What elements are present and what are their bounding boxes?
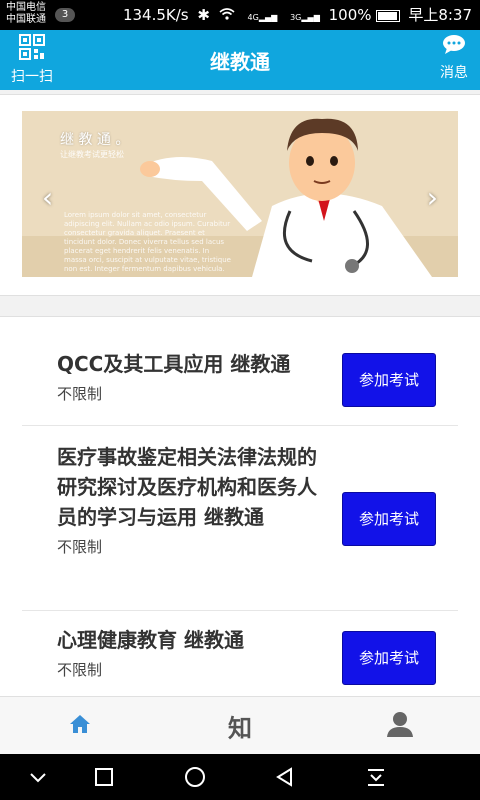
wifi-icon: [219, 6, 240, 24]
back-nav-button[interactable]: [273, 765, 297, 789]
course-row-3: 心理健康教育 继教通 不限制 参加考试: [22, 611, 458, 697]
carrier-info: 中国电信 中国联通: [6, 2, 46, 26]
tab-knowledge[interactable]: 知: [160, 697, 320, 755]
banner-card: 继 教 通 。 让继教考试更轻松 Lorem ipsum dolor sit a…: [0, 94, 480, 296]
banner-subtitle: 让继教考试更轻松: [60, 150, 124, 159]
user-icon: [386, 710, 414, 742]
course-list-card: QCC及其工具应用 继教通 不限制 参加考试 医疗事故鉴定相关法律法规的研究探讨…: [0, 316, 480, 697]
signal-4g-icon: 4G▂▄▆: [247, 13, 278, 22]
course-limit: 不限制: [57, 538, 103, 556]
notification-shade-button[interactable]: [364, 765, 388, 789]
notification-badge: 3: [55, 8, 75, 22]
tab-profile[interactable]: [320, 697, 480, 755]
status-indicators: 134.5K/s ✱ 4G▂▄▆ 3G▂▄▆ 100% 早上8:37: [119, 6, 472, 27]
knowledge-icon: 知: [228, 714, 252, 743]
carousel-prev-arrow[interactable]: ‹: [42, 181, 53, 214]
take-exam-button[interactable]: 参加考试: [342, 492, 436, 546]
signal-3g-icon: 3G▂▄▆: [290, 13, 320, 22]
carrier-2: 中国联通: [6, 14, 46, 25]
course-row-1: QCC及其工具应用 继教通 不限制 参加考试: [22, 337, 458, 426]
signal-3g-label: 3G: [290, 13, 302, 22]
message-label: 消息: [440, 65, 468, 81]
take-exam-button[interactable]: 参加考试: [342, 353, 436, 407]
course-limit: 不限制: [57, 385, 103, 403]
course-limit: 不限制: [57, 661, 103, 679]
course-list: QCC及其工具应用 继教通 不限制 参加考试 医疗事故鉴定相关法律法规的研究探讨…: [22, 337, 458, 697]
recents-button[interactable]: [92, 765, 116, 789]
message-button[interactable]: 消息: [436, 34, 472, 86]
carrier-1: 中国电信: [6, 2, 46, 13]
pull-down-icon: [368, 769, 384, 786]
take-exam-button[interactable]: 参加考试: [342, 631, 436, 685]
battery-percent: 100%: [328, 6, 372, 24]
square-icon: [95, 768, 113, 786]
net-speed: 134.5K/s: [122, 6, 189, 24]
banner-carousel[interactable]: 继 教 通 。 让继教考试更轻松 Lorem ipsum dolor sit a…: [22, 111, 458, 277]
chat-bubble-icon: [442, 35, 466, 60]
course-row-2: 医疗事故鉴定相关法律法规的研究探讨及医疗机构和医务人员的学习与运用 继教通 不限…: [22, 426, 458, 611]
clock: 早上8:37: [408, 6, 472, 24]
course-title: 心理健康教育 继教通: [57, 628, 244, 652]
system-nav-bar: [0, 754, 480, 800]
bottom-tab-bar: 知: [0, 696, 480, 755]
chevron-down-icon: [30, 773, 46, 783]
circle-icon: [185, 767, 205, 787]
course-title: 医疗事故鉴定相关法律法规的研究探讨及医疗机构和医务人员的学习与运用 继教通: [57, 445, 317, 529]
back-triangle-icon: [276, 767, 292, 787]
banner-title: 继 教 通 。: [60, 132, 130, 148]
page-title: 继教通: [210, 50, 270, 74]
tab-home[interactable]: [0, 697, 160, 755]
hide-nav-button[interactable]: [26, 765, 50, 789]
signal-4g-label: 4G: [247, 13, 259, 22]
course-title: QCC及其工具应用 继教通: [57, 352, 291, 376]
app-header: 扫一扫 继教通 消息: [0, 30, 480, 90]
banner-lorem-text: Lorem ipsum dolor sit amet, consectetur …: [64, 211, 231, 273]
battery-icon: [375, 9, 400, 22]
carousel-next-arrow[interactable]: ›: [427, 181, 438, 214]
status-bar: 中国电信 中国联通 3 134.5K/s ✱ 4G▂▄▆ 3G▂▄▆ 100% …: [0, 0, 480, 30]
home-icon: [69, 714, 91, 738]
home-nav-button[interactable]: [183, 765, 207, 789]
bluetooth-icon: ✱: [197, 6, 210, 24]
